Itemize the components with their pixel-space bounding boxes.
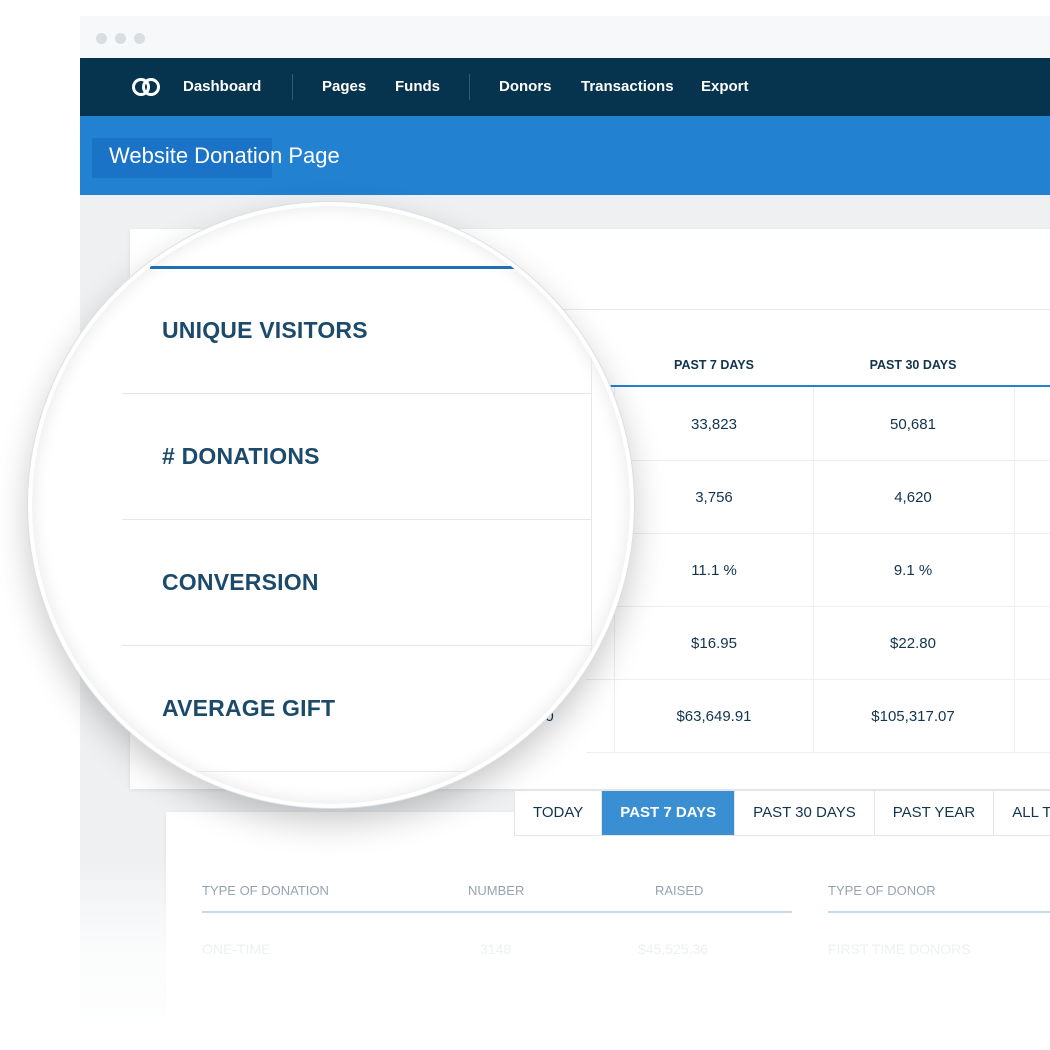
window-maximize-dot[interactable] (134, 33, 145, 44)
row-divider (586, 679, 1050, 680)
nav-donors[interactable]: Donors (499, 78, 552, 95)
page-header-banner: Website Donation Page (80, 116, 1050, 195)
cell-raised-30d: $105,317.07 (871, 708, 955, 725)
cell-donations-30d: 4,620 (894, 489, 932, 506)
tab-all-time[interactable]: ALL T (994, 791, 1050, 835)
cell-average-7d: $16.95 (691, 635, 737, 652)
cell-raised-7d: $63,649.91 (676, 708, 752, 725)
column-divider (1014, 387, 1015, 753)
brand-logo-icon[interactable] (130, 75, 162, 99)
tab-past-30-days[interactable]: PAST 30 DAYS (735, 791, 875, 835)
nav-divider (469, 74, 470, 100)
row-divider (586, 533, 1050, 534)
window-close-dot[interactable] (96, 33, 107, 44)
window-titlebar (80, 16, 1050, 58)
cell-donations-7d: 3,756 (695, 489, 733, 506)
cell-conversion-30d: 9.1 % (893, 562, 933, 579)
header-underline (606, 385, 1050, 387)
page-title: Website Donation Page (109, 143, 340, 168)
column-header-past-30-days[interactable]: PAST 30 DAYS (813, 358, 1013, 372)
metric-label-average-gift: AVERAGE GIFT (162, 695, 336, 721)
nav-export[interactable]: Export (701, 78, 749, 95)
metric-label-donations: # DONATIONS (162, 443, 320, 469)
magnifier-lens: UNIQUE VISITORS # DONATIONS CONVERSION A… (28, 202, 634, 808)
cell-average-30d: $22.80 (890, 635, 936, 652)
cell-visitors-7d: 33,823 (691, 416, 737, 433)
metric-label-unique-visitors: UNIQUE VISITORS (162, 317, 368, 343)
nav-funds[interactable]: Funds (395, 78, 440, 95)
row-divider (586, 460, 1050, 461)
metric-label-conversion: CONVERSION (162, 569, 319, 595)
nav-dashboard[interactable]: Dashboard (183, 78, 261, 95)
top-navbar: Dashboard Pages Funds Donors Transaction… (80, 58, 1050, 116)
row-divider (586, 752, 1050, 753)
cell-visitors-30d: 50,681 (890, 416, 936, 433)
window-minimize-dot[interactable] (115, 33, 126, 44)
nav-transactions[interactable]: Transactions (581, 78, 674, 95)
magnified-metrics: UNIQUE VISITORS # DONATIONS CONVERSION A… (32, 206, 630, 804)
nav-divider (292, 74, 293, 100)
nav-pages[interactable]: Pages (322, 78, 366, 95)
cell-conversion-7d: 11.1 % (691, 562, 737, 579)
row-divider (586, 606, 1050, 607)
column-header-past-7-days[interactable]: PAST 7 DAYS (614, 358, 814, 372)
bottom-fade (0, 860, 1050, 1050)
tab-past-year[interactable]: PAST YEAR (875, 791, 995, 835)
